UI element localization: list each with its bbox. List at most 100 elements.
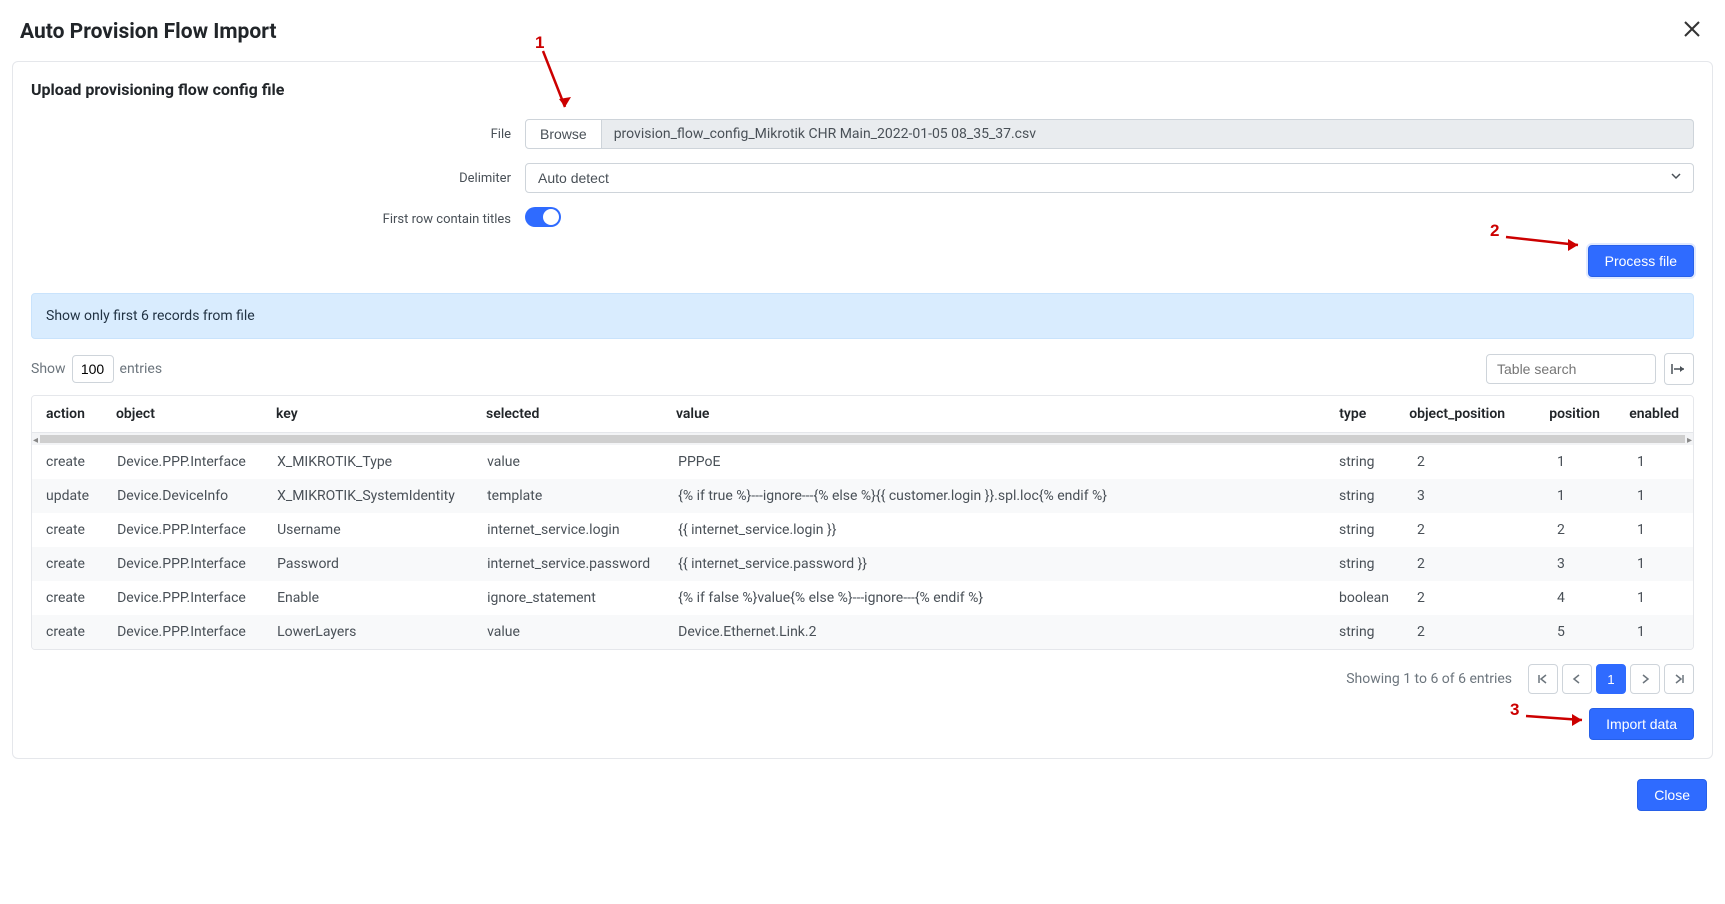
- cell-object_position: 2: [1403, 615, 1543, 649]
- first-row-titles-label: First row contain titles: [31, 212, 511, 227]
- cell-object: Device.PPP.Interface: [103, 615, 263, 649]
- import-data-button[interactable]: Import data: [1589, 708, 1694, 740]
- expand-columns-button[interactable]: [1664, 353, 1694, 385]
- delimiter-select[interactable]: Auto detect: [525, 163, 1694, 193]
- table-row: createDevice.PPP.InterfaceLowerLayersval…: [32, 615, 1693, 649]
- cell-object_position: 2: [1403, 445, 1543, 479]
- cell-position: 5: [1543, 615, 1623, 649]
- cell-enabled: 1: [1623, 581, 1693, 615]
- column-header-key[interactable]: key: [262, 396, 472, 433]
- process-file-button[interactable]: Process file: [1588, 245, 1694, 277]
- cell-selected: template: [473, 479, 664, 513]
- cell-action: update: [32, 479, 103, 513]
- cell-key: LowerLayers: [263, 615, 473, 649]
- cell-enabled: 1: [1623, 615, 1693, 649]
- cell-position: 3: [1543, 547, 1623, 581]
- cell-object: Device.DeviceInfo: [103, 479, 263, 513]
- annotation-number-3: 3: [1510, 700, 1519, 720]
- cell-type: string: [1325, 615, 1403, 649]
- column-header-position[interactable]: position: [1535, 396, 1615, 433]
- cell-key: Password: [263, 547, 473, 581]
- cell-position: 1: [1543, 445, 1623, 479]
- page-last-button[interactable]: [1664, 664, 1694, 694]
- cell-type: string: [1325, 513, 1403, 547]
- column-header-type[interactable]: type: [1325, 396, 1395, 433]
- info-banner: Show only first 6 records from file: [31, 293, 1694, 339]
- cell-key: X_MIKROTIK_SystemIdentity: [263, 479, 473, 513]
- cell-key: Enable: [263, 581, 473, 615]
- cell-object: Device.PPP.Interface: [103, 513, 263, 547]
- cell-selected: internet_service.password: [473, 547, 664, 581]
- cell-enabled: 1: [1623, 513, 1693, 547]
- column-header-selected[interactable]: selected: [472, 396, 662, 433]
- cell-value: Device.Ethernet.Link.2: [664, 615, 1325, 649]
- file-label: File: [31, 127, 511, 142]
- cell-type: string: [1325, 479, 1403, 513]
- table-row: createDevice.PPP.InterfaceEnableignore_s…: [32, 581, 1693, 615]
- first-row-titles-toggle[interactable]: [525, 207, 561, 227]
- browse-button[interactable]: Browse: [525, 119, 602, 149]
- cell-position: 4: [1543, 581, 1623, 615]
- cell-object: Device.PPP.Interface: [103, 547, 263, 581]
- close-button[interactable]: Close: [1637, 779, 1707, 811]
- cell-object: Device.PPP.Interface: [103, 445, 263, 479]
- cell-object_position: 2: [1403, 513, 1543, 547]
- cell-selected: value: [473, 615, 664, 649]
- cell-value: PPPoE: [664, 445, 1325, 479]
- cell-value: {{ internet_service.password }}: [664, 547, 1325, 581]
- chevron-right-icon: [1639, 673, 1651, 685]
- cell-type: boolean: [1325, 581, 1403, 615]
- cell-position: 2: [1543, 513, 1623, 547]
- cell-type: string: [1325, 445, 1403, 479]
- cell-value: {{ internet_service.login }}: [664, 513, 1325, 547]
- cell-action: create: [32, 615, 103, 649]
- column-header-enabled[interactable]: enabled: [1615, 396, 1693, 433]
- expand-horizontal-icon: [1671, 362, 1687, 376]
- cell-enabled: 1: [1623, 445, 1693, 479]
- cell-type: string: [1325, 547, 1403, 581]
- cell-position: 1: [1543, 479, 1623, 513]
- page-first-icon: [1537, 673, 1549, 685]
- page-last-icon: [1673, 673, 1685, 685]
- column-header-value[interactable]: value: [662, 396, 1325, 433]
- entries-label: entries: [120, 361, 163, 377]
- modal-title: Auto Provision Flow Import: [20, 20, 277, 44]
- cell-object_position: 2: [1403, 547, 1543, 581]
- table-row: updateDevice.DeviceInfoX_MIKROTIK_System…: [32, 479, 1693, 513]
- pagination-status: Showing 1 to 6 of 6 entries: [1346, 671, 1512, 687]
- cell-selected: internet_service.login: [473, 513, 664, 547]
- column-header-object_position[interactable]: object_position: [1395, 396, 1535, 433]
- show-label: Show: [31, 361, 66, 377]
- cell-enabled: 1: [1623, 547, 1693, 581]
- table-search-input[interactable]: [1486, 354, 1656, 384]
- cell-selected: ignore_statement: [473, 581, 664, 615]
- show-count-input[interactable]: [72, 355, 114, 383]
- cell-action: create: [32, 581, 103, 615]
- chevron-left-icon: [1571, 673, 1583, 685]
- delimiter-label: Delimiter: [31, 171, 511, 186]
- table-row: createDevice.PPP.InterfacePasswordintern…: [32, 547, 1693, 581]
- cell-object: Device.PPP.Interface: [103, 581, 263, 615]
- cell-selected: value: [473, 445, 664, 479]
- close-icon[interactable]: [1679, 16, 1705, 47]
- page-prev-button[interactable]: [1562, 664, 1592, 694]
- cell-object_position: 3: [1403, 479, 1543, 513]
- cell-key: Username: [263, 513, 473, 547]
- file-name-display: provision_flow_config_Mikrotik CHR Main_…: [602, 119, 1694, 149]
- cell-action: create: [32, 513, 103, 547]
- page-next-button[interactable]: [1630, 664, 1660, 694]
- cell-key: X_MIKROTIK_Type: [263, 445, 473, 479]
- cell-enabled: 1: [1623, 479, 1693, 513]
- page-first-button[interactable]: [1528, 664, 1558, 694]
- table-row: createDevice.PPP.InterfaceX_MIKROTIK_Typ…: [32, 445, 1693, 479]
- table-row: createDevice.PPP.InterfaceUsernameintern…: [32, 513, 1693, 547]
- column-header-object[interactable]: object: [102, 396, 262, 433]
- cell-value: {% if true %}---ignore---{% else %}{{ cu…: [664, 479, 1325, 513]
- cell-object_position: 2: [1403, 581, 1543, 615]
- horizontal-scrollbar[interactable]: ◂▸: [32, 433, 1693, 445]
- panel-title: Upload provisioning flow config file: [31, 80, 1694, 99]
- page-1-button[interactable]: 1: [1596, 664, 1626, 694]
- cell-action: create: [32, 547, 103, 581]
- cell-action: create: [32, 445, 103, 479]
- column-header-action[interactable]: action: [32, 396, 102, 433]
